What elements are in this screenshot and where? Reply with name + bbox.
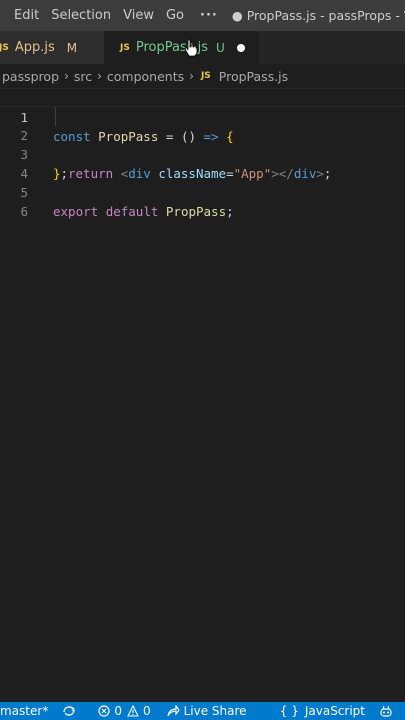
copilot-icon[interactable] <box>379 705 397 718</box>
menu-view[interactable]: View <box>117 0 160 31</box>
js-file-icon: JS <box>120 42 130 53</box>
live-share-button[interactable]: Live Share <box>167 704 247 718</box>
problems-indicator[interactable]: 0 0 <box>98 704 151 718</box>
editor-tab-bar: JS App.js M JS PropPass.js U <box>0 31 405 64</box>
menu-edit[interactable]: Edit <box>0 0 45 31</box>
breadcrumb: passprop › src › components › JS PropPas… <box>0 64 405 88</box>
code-line[interactable]: 1 const PropPass = () => { <box>0 88 405 144</box>
tab-app-js[interactable]: JS App.js M <box>0 31 104 64</box>
code-line[interactable]: 4 <box>0 145 405 181</box>
code-editor[interactable]: 1 const PropPass = () => { 2 return <div… <box>0 88 405 696</box>
js-file-icon: JS <box>0 42 9 53</box>
hand-cursor-icon <box>184 39 198 57</box>
braces-icon: { } <box>279 704 299 718</box>
code-line[interactable]: 5 export default PropPass; <box>0 164 405 219</box>
git-modified-badge: M <box>66 40 78 55</box>
code-line[interactable]: 2 return <div className="App"></div>; <box>0 107 405 181</box>
line-number: 6 <box>20 204 28 219</box>
menu-selection[interactable]: Selection <box>45 0 117 31</box>
error-count: 0 <box>114 704 122 718</box>
warning-count: 0 <box>142 704 151 718</box>
tab-proppass-js[interactable]: JS PropPass.js U <box>104 31 259 64</box>
breadcrumb-file[interactable]: PropPass.js <box>219 69 288 84</box>
chevron-right-icon: › <box>189 69 194 83</box>
unsaved-dot-icon[interactable] <box>236 43 245 52</box>
status-bar: master* 0 0 Live Share { } JavaScript <box>0 702 405 720</box>
code-line[interactable]: 6 <box>0 183 405 219</box>
window-title: ● PropPass.js - passProps - Vis <box>231 8 405 23</box>
more-menus-icon[interactable]: ··· <box>200 8 218 23</box>
error-icon <box>98 705 110 717</box>
language-mode[interactable]: { } JavaScript <box>280 704 365 718</box>
git-branch[interactable]: master* <box>0 704 48 718</box>
indent-guide <box>55 107 56 126</box>
live-share-icon <box>167 705 180 717</box>
breadcrumb-folder-passprop[interactable]: passprop <box>2 69 59 84</box>
menu-bar: Edit Selection View Go ··· ● PropPass.js… <box>0 0 405 31</box>
code-line[interactable]: 3 }; <box>0 126 405 181</box>
breadcrumb-folder-components[interactable]: components <box>107 69 184 84</box>
language-label: JavaScript <box>304 704 365 718</box>
sync-icon[interactable] <box>62 705 80 717</box>
chevron-right-icon: › <box>97 69 102 83</box>
tab-label: App.js <box>14 40 55 55</box>
live-share-label: Live Share <box>183 704 247 718</box>
warning-icon <box>127 705 139 717</box>
breadcrumb-folder-src[interactable]: src <box>74 69 92 84</box>
js-file-icon: JS <box>200 71 211 81</box>
git-untracked-badge: U <box>216 40 225 55</box>
chevron-right-icon: › <box>64 69 69 83</box>
menu-go[interactable]: Go <box>160 0 190 31</box>
